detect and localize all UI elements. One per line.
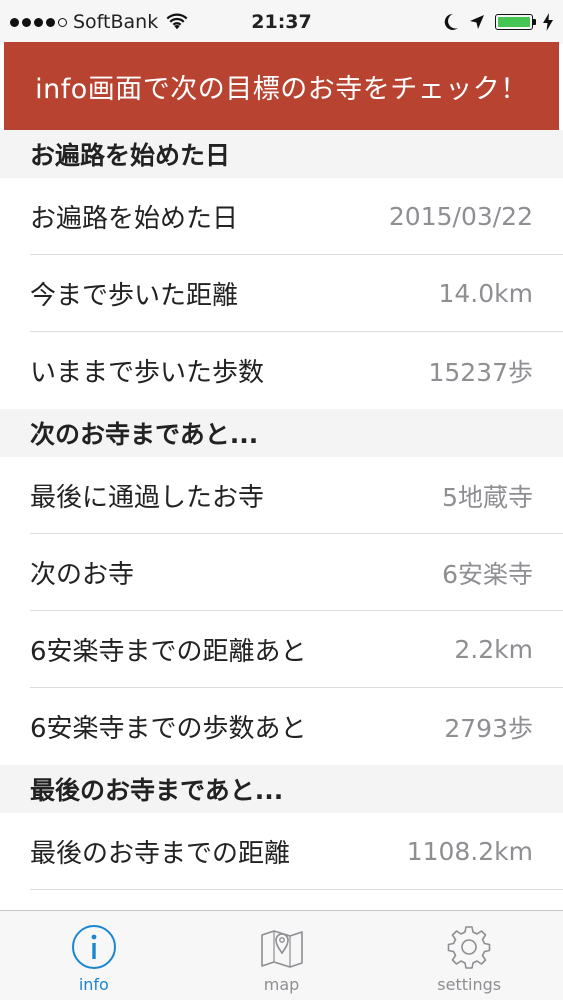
row-label: 6安楽寺までの歩数あと: [30, 714, 307, 744]
promo-banner-text: info画面で次の目標のお寺をチェック！: [35, 73, 528, 105]
row-label: お遍路を始めた日: [30, 204, 239, 234]
row-value: 5地蔵寺: [442, 482, 533, 512]
row-value: 6安楽寺: [442, 559, 533, 589]
info-table: お遍路を始めた日 お遍路を始めた日 2015/03/22 今まで歩いた距離 14…: [0, 130, 563, 890]
table-row: 6安楽寺までの歩数あと 2793歩: [0, 688, 563, 765]
table-row: 次のお寺 6安楽寺: [0, 534, 563, 611]
row-label: 今まで歩いた距離: [30, 281, 239, 311]
gear-icon: [447, 926, 491, 969]
row-value: 15237歩: [428, 357, 533, 387]
table-row: 6安楽寺までの距離あと 2.2km: [0, 611, 563, 688]
row-label: 最後に通過したお寺: [30, 483, 265, 513]
table-row: 最後のお寺までの距離 1108.2km: [0, 813, 563, 890]
tab-label: settings: [437, 975, 502, 994]
table-row: 最後に通過したお寺 5地蔵寺: [0, 457, 563, 534]
moon-icon: [444, 13, 458, 30]
section-header: 次のお寺まであと...: [0, 409, 563, 457]
row-label: 6安楽寺までの距離あと: [30, 637, 307, 667]
row-value: 2015/03/22: [388, 202, 533, 231]
tab-info[interactable]: info: [0, 911, 188, 1000]
info-icon: [71, 925, 116, 969]
status-bar: SoftBank 21:37: [0, 0, 563, 44]
row-value: 2793歩: [444, 713, 533, 743]
row-label: いままで歩いた歩数: [30, 358, 265, 388]
row-value: 14.0km: [438, 279, 534, 308]
table-row: 今まで歩いた距離 14.0km: [0, 255, 563, 332]
row-value: 2.2km: [454, 635, 533, 664]
tab-label: info: [78, 975, 109, 994]
table-row: いままで歩いた歩数 15237歩: [0, 332, 563, 409]
row-value: 1108.2km: [406, 837, 533, 866]
charging-bolt-icon: [543, 13, 553, 31]
battery-icon: [495, 14, 536, 30]
section-header: お遍路を始めた日: [0, 130, 563, 178]
tab-map[interactable]: map: [188, 911, 376, 1000]
promo-banner[interactable]: info画面で次の目標のお寺をチェック！: [4, 42, 559, 130]
section-header: 最後のお寺まであと...: [0, 765, 563, 813]
map-icon: [260, 930, 303, 968]
row-label: 次のお寺: [30, 560, 135, 590]
row-label: 最後のお寺までの距離: [30, 839, 291, 869]
table-row: お遍路を始めた日 2015/03/22: [0, 178, 563, 255]
tab-settings[interactable]: settings: [375, 911, 563, 1000]
tab-label: map: [263, 975, 300, 994]
location-arrow-icon: [470, 15, 484, 29]
tab-bar: info map settings: [0, 910, 563, 1000]
